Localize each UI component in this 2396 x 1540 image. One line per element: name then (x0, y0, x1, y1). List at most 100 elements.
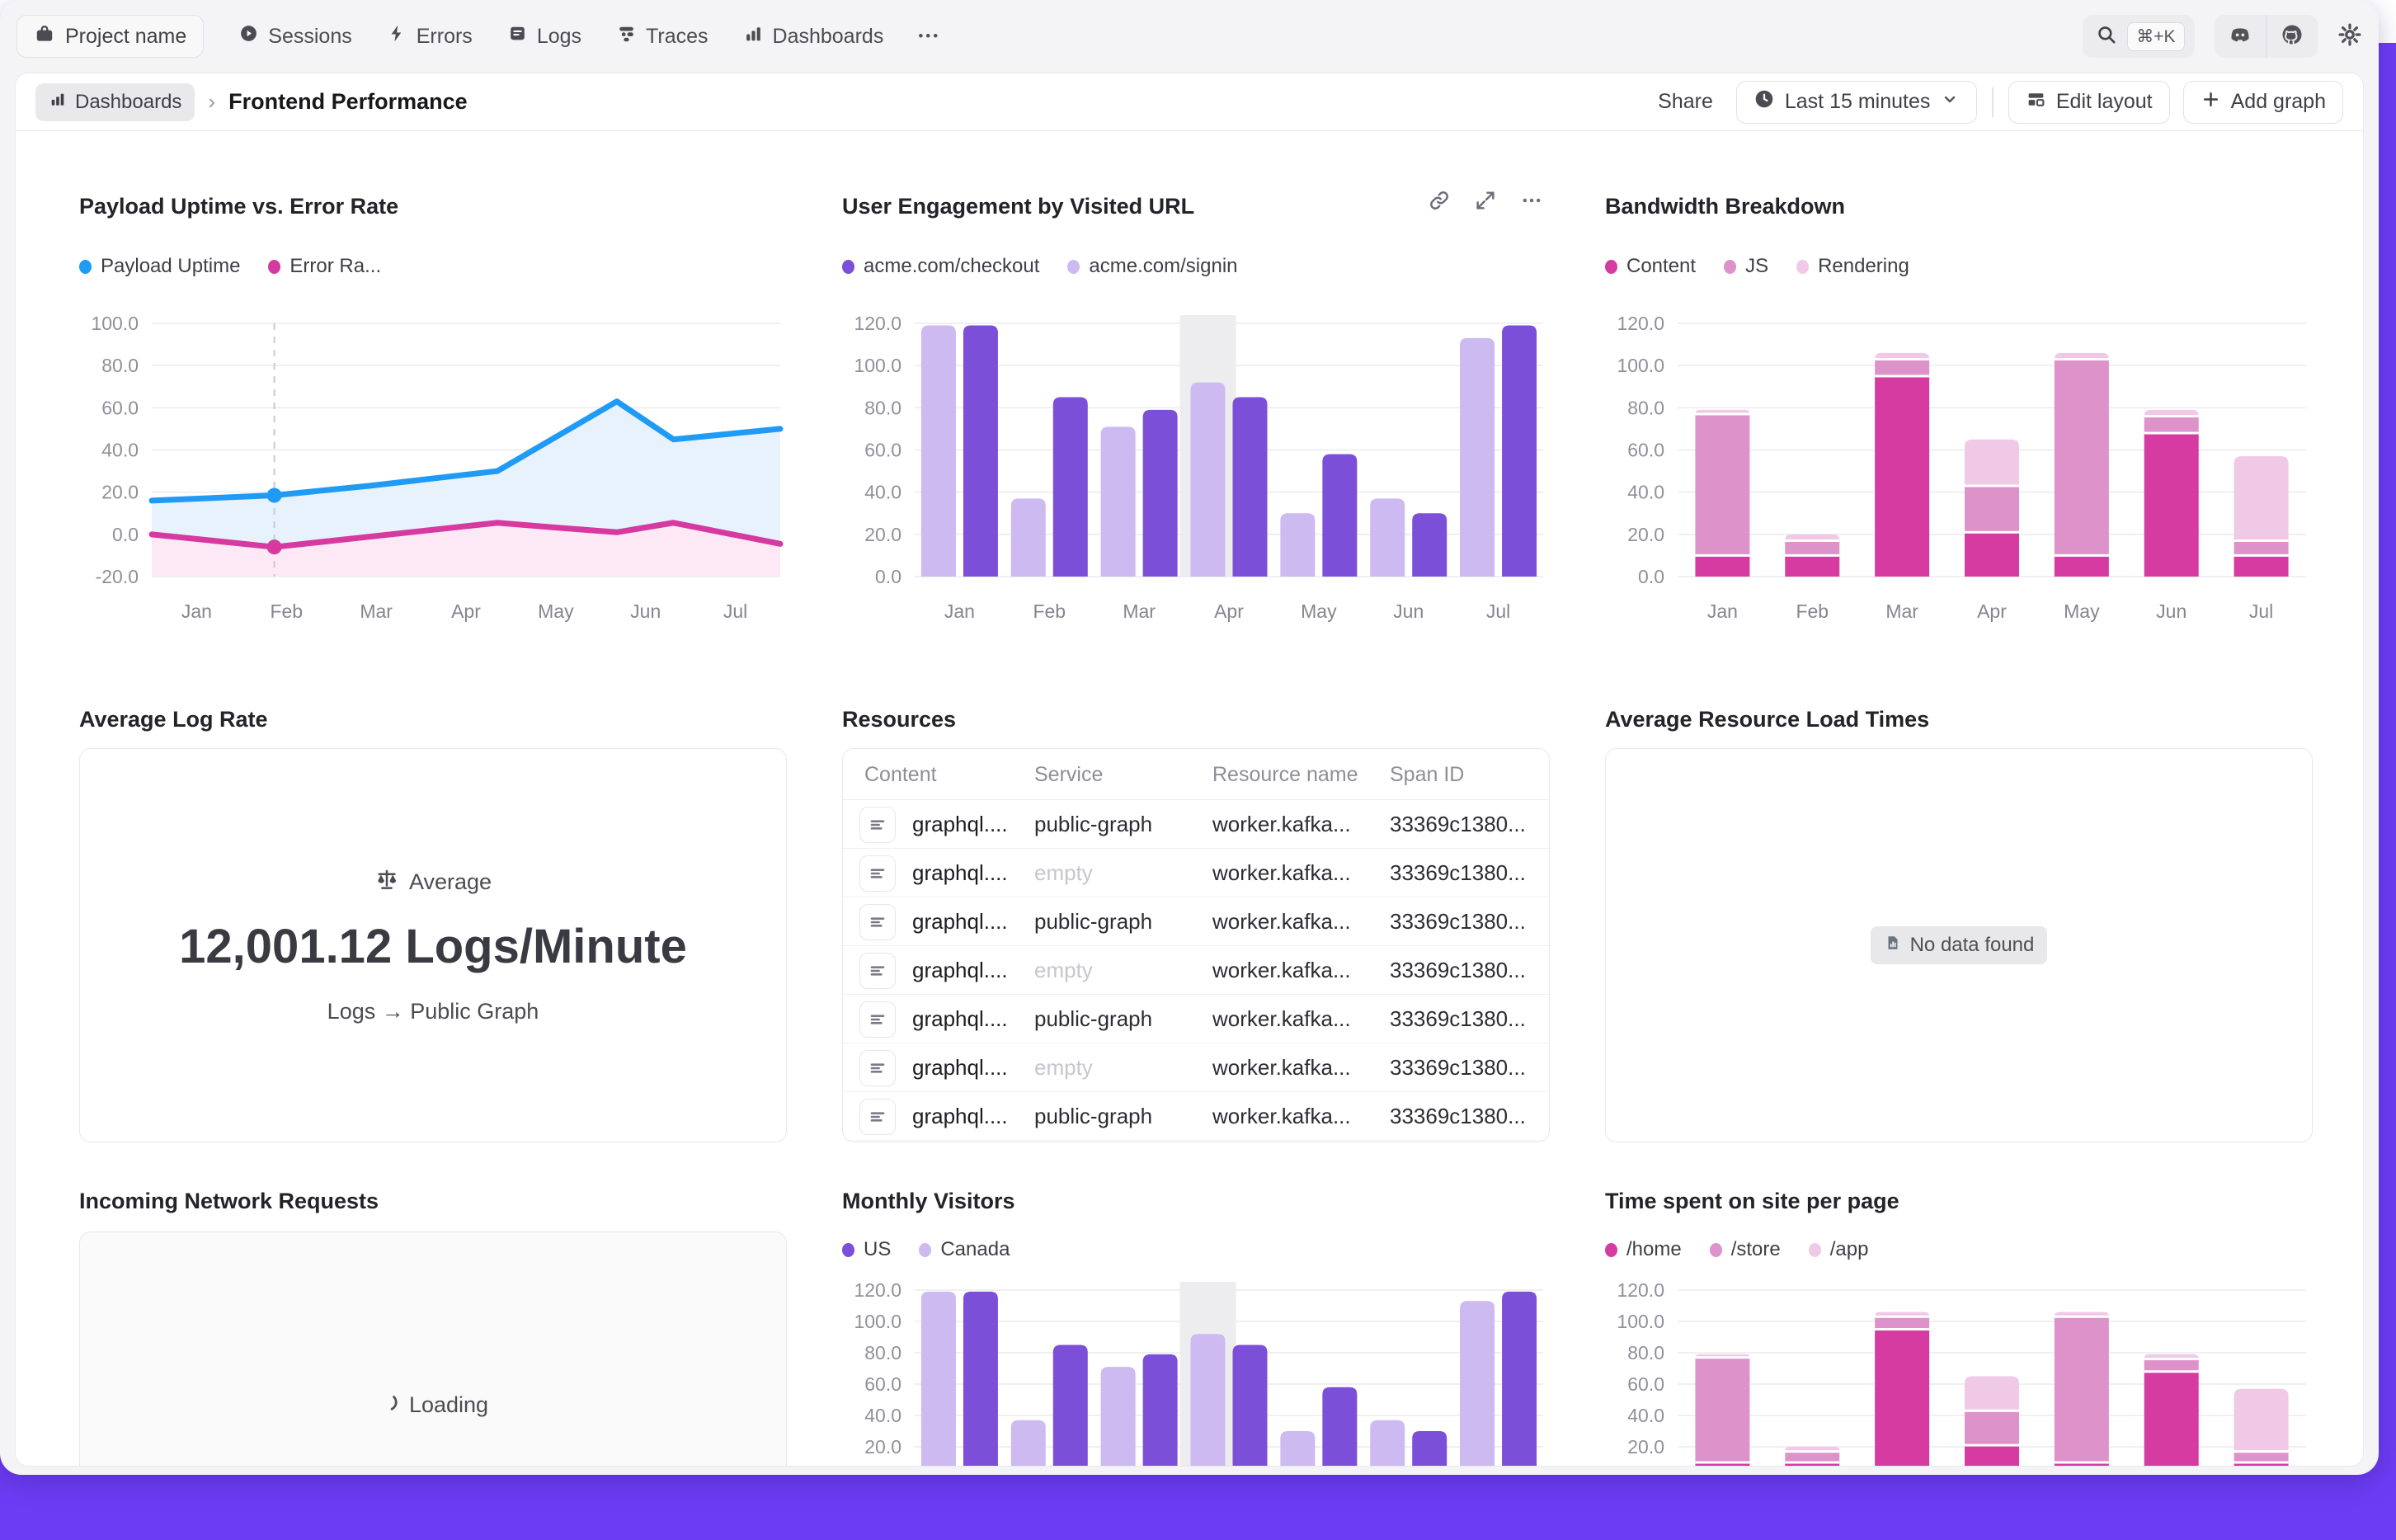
svg-text:20.0: 20.0 (101, 482, 139, 503)
page-title: Frontend Performance (228, 89, 468, 115)
app-window: Project name Sessions Errors Logs (0, 0, 2379, 1475)
svg-text:80.0: 80.0 (1627, 397, 1664, 418)
table-row[interactable]: graphql....public-graphworker.kafka...33… (843, 1092, 1549, 1141)
svg-text:May: May (1301, 600, 1337, 622)
log-lines-icon (859, 1050, 896, 1086)
log-lines-icon (859, 953, 896, 989)
svg-text:100.0: 100.0 (1617, 1311, 1664, 1332)
svg-text:40.0: 40.0 (864, 482, 901, 503)
cell-content: graphql.... (912, 946, 1008, 995)
table-row[interactable]: graphql....emptyworker.kafka...33369c138… (843, 1043, 1549, 1092)
search-icon (2096, 24, 2117, 49)
nav-item-traces[interactable]: Traces (616, 23, 708, 49)
cell-resource: worker.kafka... (1212, 995, 1351, 1043)
svg-text:20.0: 20.0 (864, 1436, 901, 1458)
table-row[interactable]: graphql....public-graphworker.kafka...33… (843, 897, 1549, 946)
scales-icon (374, 867, 399, 897)
cell-content: graphql.... (912, 800, 1008, 849)
svg-text:Mar: Mar (1123, 600, 1156, 622)
panel-title-visitors: Monthly Visitors (842, 1189, 1015, 1214)
expand-button[interactable] (1474, 189, 1497, 216)
svg-text:20.0: 20.0 (864, 524, 901, 545)
column-header[interactable]: Span ID (1390, 749, 1464, 800)
svg-text:60.0: 60.0 (864, 440, 901, 461)
table-row[interactable]: graphql....emptyworker.kafka...33369c138… (843, 946, 1549, 995)
lograte-card: Average 12,001.12 Logs/Minute Logs → Pub… (79, 748, 787, 1142)
legend-item: acme.com/signin (1067, 255, 1237, 278)
project-selector[interactable]: Project name (16, 15, 204, 58)
time-range-button[interactable]: Last 15 minutes (1736, 81, 1978, 124)
share-button[interactable]: Share (1658, 90, 1713, 114)
svg-text:Jul: Jul (2249, 600, 2273, 622)
svg-text:40.0: 40.0 (864, 1405, 901, 1426)
svg-text:Apr: Apr (1214, 600, 1244, 622)
cell-span-id: 33369c1380... (1390, 1092, 1526, 1141)
svg-text:40.0: 40.0 (1627, 482, 1664, 503)
spinner-icon (378, 1392, 399, 1419)
uptime-chart[interactable]: 100.080.060.040.020.00.0-20.0JanFebMarAp… (79, 303, 788, 657)
ellipsis-icon: ••• (918, 28, 940, 45)
community-buttons (2215, 15, 2318, 58)
visitors-chart[interactable]: 120.0100.080.060.040.020.00.0JanFebMarAp… (842, 1276, 1551, 1467)
legend-item: acme.com/checkout (842, 255, 1039, 278)
legend-item: /store (1710, 1238, 1781, 1261)
nav-item-dashboards[interactable]: Dashboards (743, 23, 884, 49)
legend-item: /app (1809, 1238, 1869, 1261)
divider (1992, 87, 1994, 117)
table-row[interactable]: graphql....public-graphworker.kafka...33… (843, 995, 1549, 1043)
nav-item-sessions[interactable]: Sessions (238, 23, 351, 49)
table-header: Content Service Resource name Span ID (843, 749, 1549, 800)
bandwidth-chart[interactable]: 120.0100.080.060.040.020.00.0JanFebMarAp… (1605, 303, 2314, 657)
edit-layout-button[interactable]: Edit layout (2008, 81, 2170, 124)
search-button[interactable]: ⌘+K (2083, 15, 2194, 58)
timespent-chart[interactable]: 120.0100.080.060.040.020.00.0JanFebMarAp… (1605, 1276, 2314, 1467)
svg-text:Jan: Jan (181, 600, 212, 622)
svg-text:Mar: Mar (1885, 600, 1918, 622)
gear-icon (2337, 22, 2362, 51)
svg-text:120.0: 120.0 (854, 313, 901, 334)
add-graph-button[interactable]: Add graph (2183, 81, 2343, 124)
cell-service: empty (1034, 849, 1093, 897)
svg-text:0.0: 0.0 (1638, 566, 1664, 587)
copy-link-button[interactable] (1428, 189, 1451, 216)
metric-subtitle: Logs → Public Graph (327, 999, 539, 1024)
log-lines-icon (859, 1001, 896, 1038)
discord-button[interactable] (2215, 15, 2266, 58)
svg-text:Feb: Feb (1033, 600, 1066, 622)
table-row[interactable]: graphql....public-graphworker.kafka...33… (843, 800, 1549, 849)
svg-text:100.0: 100.0 (1617, 355, 1664, 376)
cell-service: public-graph (1034, 800, 1152, 849)
chart-legend: /home/store/app (1605, 1238, 1868, 1261)
resources-table-body: graphql.... public-graph worker.kafka... 33… (843, 800, 1549, 1141)
engagement-chart[interactable]: 120.0100.080.060.040.020.00.0JanFebMarAp… (842, 303, 1551, 657)
plus-icon (2201, 89, 2221, 115)
svg-text:80.0: 80.0 (864, 397, 901, 418)
chart-legend: USCanada (842, 1238, 1010, 1261)
legend-item: /home (1605, 1238, 1682, 1261)
column-header[interactable]: Resource name (1212, 749, 1358, 800)
github-button[interactable] (2267, 15, 2318, 58)
nav-overflow-button[interactable]: ••• (918, 28, 940, 45)
svg-text:80.0: 80.0 (101, 355, 139, 376)
panel-title-network: Incoming Network Requests (79, 1189, 379, 1214)
breadcrumb-dashboards[interactable]: Dashboards (35, 83, 195, 121)
trace-bars-icon (616, 23, 637, 49)
svg-text:120.0: 120.0 (854, 1279, 901, 1301)
nav-item-errors[interactable]: Errors (387, 23, 473, 49)
panel-title-resources: Resources (842, 707, 956, 732)
column-header[interactable]: Content (864, 749, 937, 800)
panel-title-loadtimes: Average Resource Load Times (1605, 707, 1929, 732)
column-header[interactable]: Service (1034, 749, 1103, 800)
nav-item-logs[interactable]: Logs (507, 23, 581, 49)
svg-text:80.0: 80.0 (1627, 1342, 1664, 1363)
cell-span-id: 33369c1380... (1390, 849, 1526, 897)
settings-button[interactable] (2337, 22, 2362, 51)
svg-text:Mar: Mar (360, 600, 393, 622)
cell-content: graphql.... (912, 995, 1008, 1043)
expand-icon (1474, 189, 1497, 216)
legend-item: Payload Uptime (79, 255, 240, 278)
svg-text:May: May (2064, 600, 2100, 622)
table-row[interactable]: graphql....emptyworker.kafka...33369c138… (843, 849, 1549, 897)
more-options-button[interactable] (1520, 189, 1543, 216)
cell-resource: worker.kafka... (1212, 946, 1351, 995)
